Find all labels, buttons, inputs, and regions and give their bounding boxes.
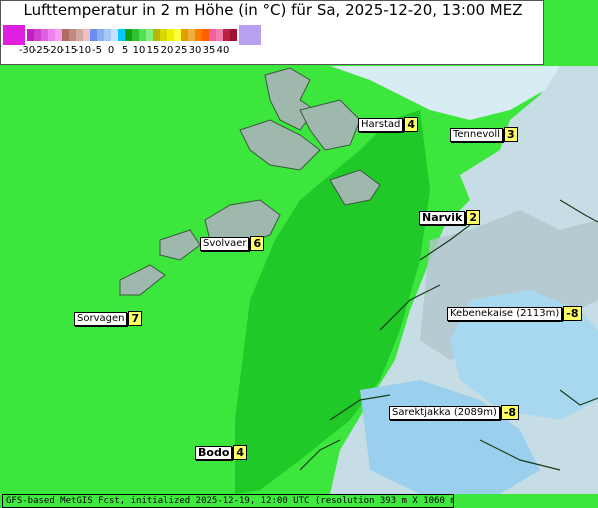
- legend-swatch: [111, 29, 118, 41]
- terrain-layer: [119, 66, 598, 494]
- legend-swatch: [118, 29, 125, 41]
- place-temperature: 4: [233, 445, 248, 460]
- legend-swatch: [209, 29, 216, 41]
- legend-header: Lufttemperatur in 2 m Höhe (in °C) für S…: [0, 0, 544, 65]
- legend-tick-label: 25: [174, 45, 188, 56]
- place-temperature: -8: [500, 405, 520, 420]
- place-name: Narvik: [419, 210, 466, 225]
- place-temperature: 4: [404, 117, 419, 132]
- legend-swatch: [160, 29, 167, 41]
- place-temperature: 7: [128, 311, 143, 326]
- legend-swatch: [153, 29, 160, 41]
- legend-swatch: [188, 29, 195, 41]
- legend-swatch: [146, 29, 153, 41]
- place-harstad[interactable]: Harstad 4: [358, 117, 419, 132]
- legend-tick-label: 30: [188, 45, 202, 56]
- legend-tick-label: -5: [92, 45, 102, 56]
- legend-tick-label: 5: [121, 45, 129, 56]
- legend-swatch: [104, 29, 111, 41]
- legend-swatch: [97, 29, 104, 41]
- legend-end-high: [239, 25, 261, 45]
- place-sarektjakka[interactable]: Sarektjakka (2089m) -8: [389, 405, 520, 420]
- legend-swatch: [174, 29, 181, 41]
- place-sorvagen[interactable]: Sorvagen 7: [74, 311, 143, 326]
- legend-swatch: [90, 29, 97, 41]
- place-name: Kebenekaise (2113m): [447, 306, 563, 321]
- place-temperature: 6: [250, 236, 265, 251]
- place-narvik[interactable]: Narvik 2: [419, 210, 480, 225]
- place-temperature: 3: [503, 127, 518, 142]
- legend-swatch: [202, 29, 209, 41]
- legend-swatch: [195, 29, 202, 41]
- place-svolvaer[interactable]: Svolvaer 6: [200, 236, 265, 251]
- legend-swatch: [69, 29, 76, 41]
- place-tennevoll[interactable]: Tennevoll 3: [450, 127, 518, 142]
- legend-tick-label: 10: [132, 45, 146, 56]
- place-name: Svolvaer: [200, 236, 250, 251]
- place-name: Harstad: [358, 117, 404, 132]
- place-name: Sarektjakka (2089m): [389, 405, 500, 420]
- place-bodo[interactable]: Bodo 4: [195, 445, 248, 460]
- legend-swatch: [41, 29, 48, 41]
- legend-swatch: [216, 29, 223, 41]
- legend-tick-label: 20: [160, 45, 174, 56]
- map-title: Lufttemperatur in 2 m Höhe (in °C) für S…: [23, 1, 523, 19]
- legend-swatch: [62, 29, 69, 41]
- legend-tick-label: 35: [202, 45, 216, 56]
- legend-swatch: [76, 29, 83, 41]
- legend-swatch: [139, 29, 146, 41]
- legend-swatch: [132, 29, 139, 41]
- legend-swatch: [125, 29, 132, 41]
- legend-swatch: [48, 29, 55, 41]
- legend-tick-label: 15: [146, 45, 160, 56]
- legend-swatch: [167, 29, 174, 41]
- legend-swatch: [34, 29, 41, 41]
- map-view[interactable]: Lufttemperatur in 2 m Höhe (in °C) für S…: [0, 0, 598, 508]
- legend-swatch: [83, 29, 90, 41]
- legend-swatch: [223, 29, 230, 41]
- legend-swatch: [27, 29, 34, 41]
- place-name: Tennevoll: [450, 127, 503, 142]
- place-name: Bodo: [195, 445, 233, 460]
- legend-end-low: [3, 25, 25, 45]
- legend-tick-label: 40: [216, 45, 230, 56]
- place-kebenekaise[interactable]: Kebenekaise (2113m) -8: [447, 306, 582, 321]
- place-temperature: -8: [563, 306, 582, 321]
- legend-tick-label: -10: [74, 45, 92, 56]
- legend-swatch: [181, 29, 188, 41]
- legend-tick-label: 0: [107, 45, 115, 56]
- legend-swatch: [230, 29, 237, 41]
- forecast-footer: GFS-based MetGIS Fcst, initialized 2025-…: [2, 494, 454, 508]
- place-temperature: 2: [466, 210, 480, 225]
- legend-swatch: [55, 29, 62, 41]
- place-name: Sorvagen: [74, 311, 128, 326]
